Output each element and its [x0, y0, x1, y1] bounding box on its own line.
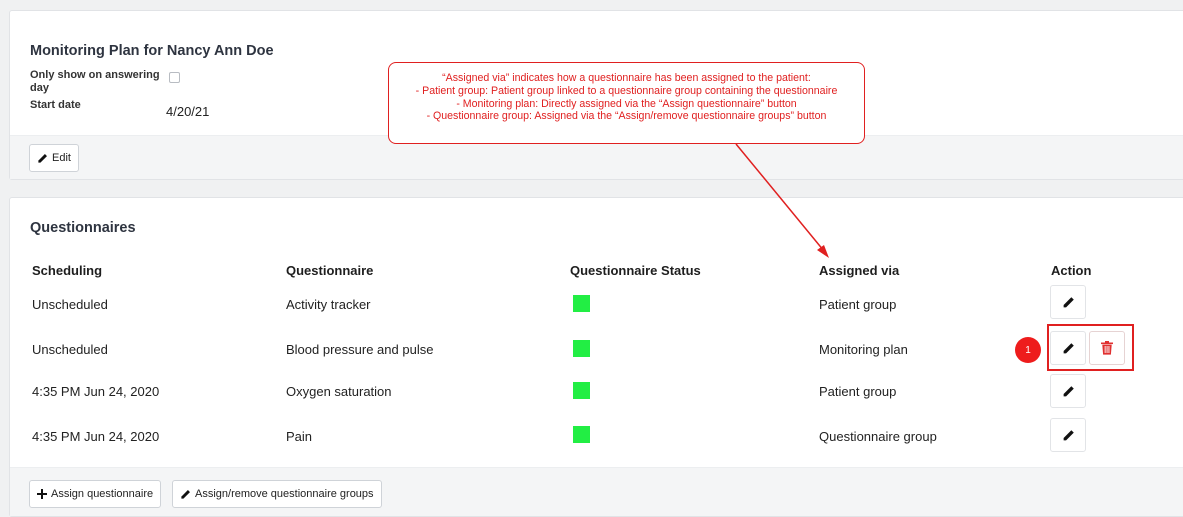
- row4-questionnaire: Pain: [286, 429, 313, 444]
- pencil-icon: [38, 153, 47, 163]
- row4-assigned-via: Questionnaire group: [819, 429, 937, 444]
- questionnaires-card: Questionnaires Scheduling Questionnaire …: [9, 197, 1183, 517]
- edit-plan-button[interactable]: Edit: [29, 144, 79, 172]
- questionnaires-title: Questionnaires: [30, 220, 136, 236]
- callout-line-2: - Patient group: Patient group linked to…: [415, 84, 838, 97]
- header-questionnaire: Questionnaire: [286, 263, 374, 278]
- annotation-badge: 1: [1015, 337, 1041, 363]
- plus-icon: [37, 489, 47, 499]
- callout-line-1: “Assigned via” indicates how a questionn…: [442, 72, 811, 84]
- assign-groups-button[interactable]: Assign/remove questionnaire groups: [172, 480, 382, 508]
- row3-edit-button[interactable]: [1050, 374, 1086, 408]
- start-date-label: Start date: [30, 99, 81, 111]
- assign-groups-label: Assign/remove questionnaire groups: [195, 488, 374, 500]
- edit-plan-button-label: Edit: [52, 152, 71, 164]
- start-date-value: 4/20/21: [166, 104, 210, 119]
- only-show-checkbox[interactable]: [169, 72, 180, 83]
- row1-scheduling: Unscheduled: [32, 297, 108, 312]
- row2-status-indicator: [573, 340, 590, 357]
- row2-assigned-via: Monitoring plan: [819, 342, 908, 357]
- header-status: Questionnaire Status: [570, 263, 701, 278]
- row1-edit-button[interactable]: [1050, 285, 1086, 319]
- row3-questionnaire: Oxygen saturation: [286, 384, 392, 399]
- row1-status-indicator: [573, 295, 590, 312]
- header-assigned-via: Assigned via: [819, 263, 900, 278]
- pencil-icon: [1063, 429, 1074, 440]
- row3-assigned-via: Patient group: [819, 384, 897, 399]
- action-highlight-box: [1047, 324, 1134, 371]
- pencil-icon: [1063, 385, 1074, 396]
- row4-edit-button[interactable]: [1050, 418, 1086, 452]
- header-action: Action: [1051, 263, 1092, 278]
- row1-questionnaire: Activity tracker: [286, 297, 371, 312]
- row3-status-indicator: [573, 382, 590, 399]
- row3-scheduling: 4:35 PM Jun 24, 2020: [32, 384, 160, 399]
- header-scheduling: Scheduling: [32, 263, 103, 278]
- only-show-label: Only show on answering day: [30, 69, 160, 94]
- plan-title: Monitoring Plan for Nancy Ann Doe: [30, 43, 274, 59]
- callout-line-4: - Questionnaire group: Assigned via the …: [426, 110, 827, 123]
- assigned-via-callout: “Assigned via” indicates how a questionn…: [388, 62, 865, 144]
- pencil-icon: [181, 489, 190, 499]
- row2-scheduling: Unscheduled: [32, 342, 108, 357]
- row4-status-indicator: [573, 426, 590, 443]
- row4-scheduling: 4:35 PM Jun 24, 2020: [32, 429, 160, 444]
- row1-assigned-via: Patient group: [819, 297, 897, 312]
- row2-questionnaire: Blood pressure and pulse: [286, 342, 434, 357]
- assign-questionnaire-button[interactable]: Assign questionnaire: [29, 480, 162, 508]
- callout-line-3: - Monitoring plan: Directly assigned via…: [456, 97, 797, 110]
- pencil-icon: [1063, 296, 1074, 307]
- assign-questionnaire-label: Assign questionnaire: [51, 488, 154, 500]
